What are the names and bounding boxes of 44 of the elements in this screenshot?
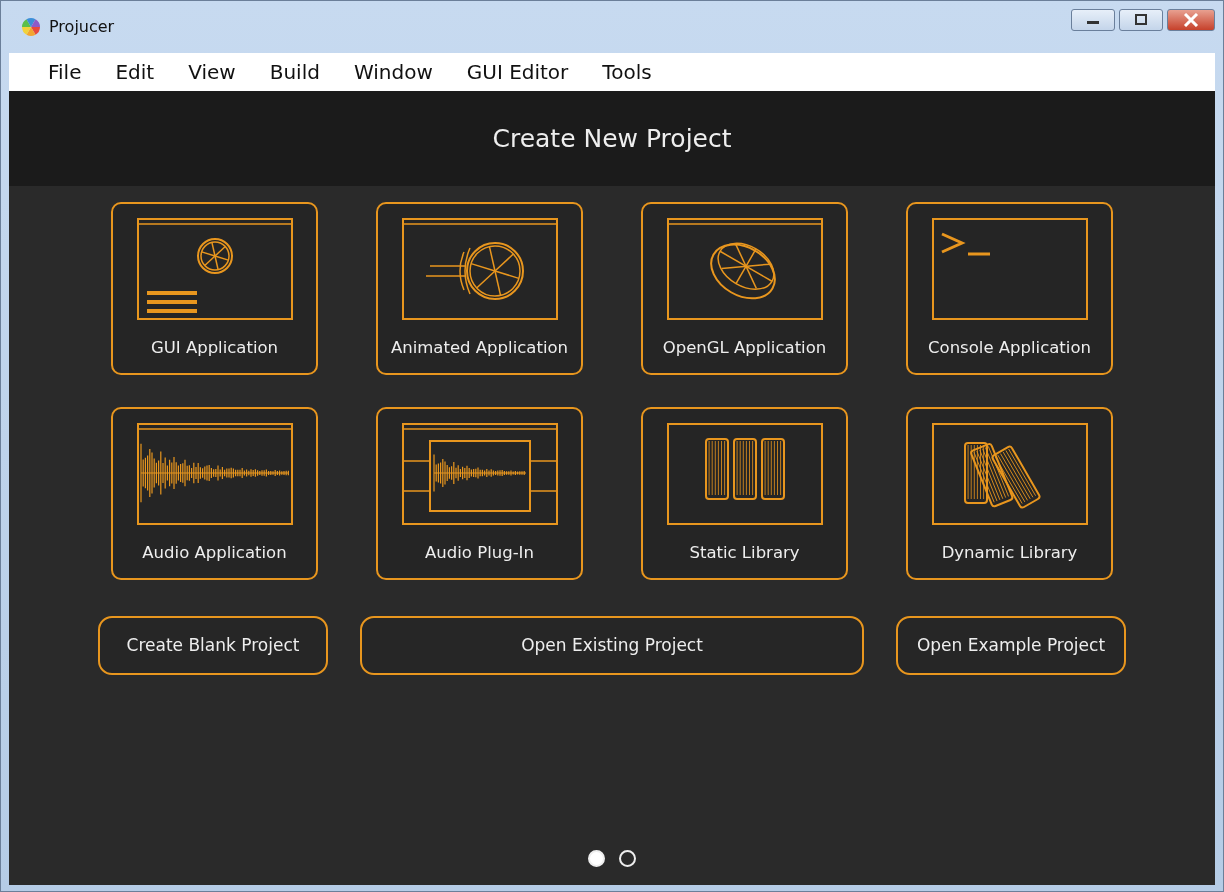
window-title: Projucer bbox=[49, 16, 115, 38]
menu-item[interactable]: Edit bbox=[98, 57, 172, 87]
project-template-tile[interactable]: OpenGL Application bbox=[641, 202, 848, 375]
window-icon bbox=[134, 216, 295, 322]
tile-label: Console Application bbox=[928, 337, 1091, 360]
project-button[interactable]: Open Existing Project bbox=[360, 616, 864, 675]
project-button[interactable]: Open Example Project bbox=[896, 616, 1126, 675]
plugin-waveform-icon bbox=[399, 421, 560, 527]
project-template-tile[interactable]: Console Application bbox=[906, 202, 1113, 375]
project-template-tile[interactable]: Audio Application bbox=[111, 407, 318, 580]
menu-item[interactable]: Build bbox=[252, 57, 337, 87]
tile-label: Animated Application bbox=[390, 337, 568, 360]
maximize-button[interactable] bbox=[1119, 9, 1163, 31]
menu-item[interactable]: Tools bbox=[585, 57, 669, 87]
tile-label: Audio Application bbox=[142, 542, 287, 565]
menu-item[interactable]: File bbox=[31, 57, 99, 87]
project-template-tile[interactable]: Animated Application bbox=[376, 202, 583, 375]
fruit-slice-icon bbox=[664, 216, 825, 322]
app-logo-icon bbox=[21, 17, 41, 37]
project-template-tile[interactable]: Static Library bbox=[641, 407, 848, 580]
tile-label: GUI Application bbox=[150, 337, 279, 360]
waveform-icon bbox=[134, 421, 295, 527]
tile-label: Audio Plug-In bbox=[425, 542, 534, 565]
close-button[interactable] bbox=[1167, 9, 1215, 31]
books-icon bbox=[664, 421, 825, 527]
menu-item[interactable]: GUI Editor bbox=[449, 57, 586, 87]
project-template-tile[interactable]: GUI Application bbox=[111, 202, 318, 375]
page-dot[interactable] bbox=[588, 850, 605, 867]
minimize-button[interactable] bbox=[1071, 9, 1115, 31]
tile-label: Dynamic Library bbox=[941, 542, 1078, 565]
close-icon bbox=[1183, 13, 1199, 27]
leaning-books-icon bbox=[929, 421, 1090, 527]
maximize-icon bbox=[1134, 14, 1148, 26]
page-dot[interactable] bbox=[619, 850, 636, 867]
menu-item[interactable]: Window bbox=[336, 57, 450, 87]
project-template-tile[interactable]: Dynamic Library bbox=[906, 407, 1113, 580]
terminal-icon bbox=[929, 216, 1090, 322]
project-button[interactable]: Create Blank Project bbox=[98, 616, 328, 675]
menu-item[interactable]: View bbox=[171, 57, 253, 87]
tile-label: OpenGL Application bbox=[662, 337, 827, 360]
project-template-tile[interactable]: Audio Plug-In bbox=[376, 407, 583, 580]
tile-label: Static Library bbox=[689, 542, 800, 565]
moving-fruit-icon bbox=[399, 216, 560, 322]
page-title: Create New Project bbox=[492, 122, 732, 155]
